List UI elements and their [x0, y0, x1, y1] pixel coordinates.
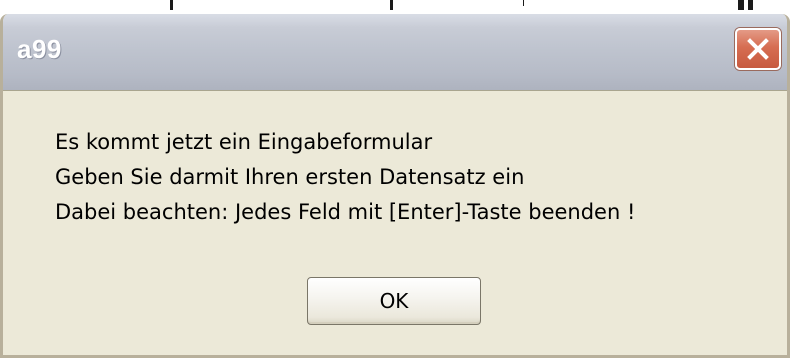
- message-text: Es kommt jetzt ein Eingabeformular Geben…: [55, 125, 635, 230]
- screen: a99 Es kommt jetzt ein Eingabeformular G…: [0, 0, 790, 358]
- window-title: a99: [17, 34, 62, 64]
- message-dialog: a99 Es kommt jetzt ein Eingabeformular G…: [0, 14, 790, 358]
- background-window-remnant: [0, 0, 790, 14]
- ok-button[interactable]: OK: [307, 277, 481, 325]
- close-icon: [747, 38, 769, 60]
- message-line-2: Geben Sie darmit Ihren ersten Datensatz …: [55, 165, 525, 189]
- close-button[interactable]: [735, 28, 781, 70]
- message-line-3: Dabei beachten: Jedes Feld mit [Enter]-T…: [55, 200, 636, 224]
- title-bar[interactable]: a99: [3, 14, 787, 91]
- message-line-1: Es kommt jetzt ein Eingabeformular: [55, 130, 433, 154]
- dialog-body: Es kommt jetzt ein Eingabeformular Geben…: [3, 91, 787, 355]
